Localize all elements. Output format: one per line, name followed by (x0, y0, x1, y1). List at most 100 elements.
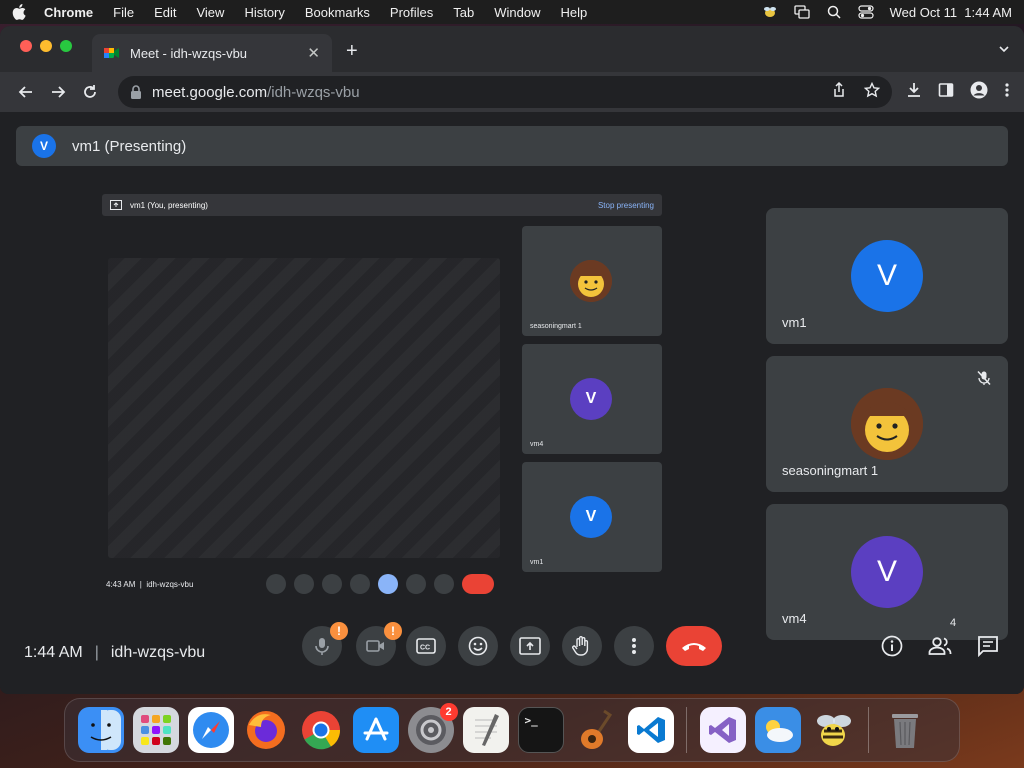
dock-trash-icon[interactable] (882, 707, 928, 753)
more-menu-icon[interactable] (1004, 82, 1010, 103)
emoji-icon (468, 636, 488, 656)
menu-profiles[interactable]: Profiles (390, 5, 433, 20)
nested-presenting-bar: vm1 (You, presenting) Stop presenting (102, 194, 662, 216)
forward-button[interactable] (42, 76, 74, 108)
dock-vscode-icon[interactable] (627, 707, 674, 753)
dock-terminal-icon[interactable]: >_ (517, 707, 564, 753)
url-host: meet.google.com (152, 83, 268, 101)
menubar: Chrome File Edit View History Bookmarks … (0, 0, 1024, 24)
recursive-screen-image (108, 258, 500, 558)
menu-view[interactable]: View (196, 5, 224, 20)
dock-launchpad-icon[interactable] (132, 707, 179, 753)
participant-tile-vm1[interactable]: V vm1 (766, 208, 1008, 344)
meeting-code: idh-wzqs-vbu (110, 644, 206, 661)
camera-icon (366, 640, 384, 652)
menubar-clock[interactable]: Wed Oct 11 1:44 AM (890, 5, 1012, 20)
dock-weather-icon[interactable] (754, 707, 801, 753)
share-icon[interactable] (832, 81, 846, 102)
dock-garageband-icon[interactable] (573, 707, 619, 753)
new-tab-button[interactable]: + (346, 40, 358, 63)
tab-strip: Meet - idh-wzqs-vbu ✕ + (0, 26, 1024, 72)
back-button[interactable] (10, 76, 42, 108)
profile-icon[interactable] (970, 81, 988, 104)
address-bar[interactable]: meet.google.com /idh-wzqs-vbu (118, 76, 892, 108)
dock-separator (868, 707, 869, 753)
raise-hand-button[interactable] (562, 626, 602, 666)
present-now-button[interactable] (510, 626, 550, 666)
hangup-phone-icon (682, 643, 706, 651)
spotlight-search-icon[interactable] (826, 5, 842, 19)
nested-mic-icon (266, 574, 286, 594)
control-center-icon[interactable] (858, 5, 874, 19)
lock-icon[interactable] (130, 85, 142, 99)
nested-emoji-icon (350, 574, 370, 594)
menu-help[interactable]: Help (561, 5, 588, 20)
menu-edit[interactable]: Edit (154, 5, 176, 20)
dock-textedit-icon[interactable] (462, 707, 509, 753)
dock-separator (686, 707, 687, 753)
camera-button[interactable]: ! (356, 622, 402, 666)
menu-file[interactable]: File (113, 5, 134, 20)
dock-cyberduck-icon[interactable] (810, 707, 856, 753)
participant-tile-seasoningmart[interactable]: seasoningmart 1 (766, 356, 1008, 492)
nested-tile-name: vm4 (530, 441, 544, 448)
menu-window[interactable]: Window (494, 5, 540, 20)
muted-mic-icon (976, 370, 992, 386)
nested-bar-label: vm1 (You, presenting) (130, 200, 208, 210)
zoom-window-button[interactable] (60, 40, 72, 52)
nested-cc-icon (322, 574, 342, 594)
menu-app-name[interactable]: Chrome (44, 5, 93, 20)
captions-button[interactable]: CC (406, 626, 446, 666)
presenter-avatar: V (32, 134, 56, 158)
dock-system-settings-icon[interactable]: 2 (407, 703, 458, 753)
bookmark-star-icon[interactable] (863, 81, 881, 102)
dock-firefox-icon[interactable] (243, 707, 289, 753)
google-meet-favicon-icon (104, 46, 120, 60)
nested-tile-seasoningmart: seasoningmart 1 (522, 226, 662, 336)
nested-hangup-icon (462, 574, 494, 594)
participant-name: vm4 (782, 611, 807, 626)
dock-visual-studio-icon[interactable] (699, 707, 746, 753)
menu-tab[interactable]: Tab (453, 5, 474, 20)
url-path: /idh-wzqs-vbu (267, 83, 360, 101)
close-window-button[interactable] (20, 40, 32, 52)
menu-bookmarks[interactable]: Bookmarks (305, 5, 370, 20)
participant-tile-vm4[interactable]: V vm4 (766, 504, 1008, 640)
screen-mirroring-icon[interactable] (793, 5, 810, 19)
shared-screen[interactable]: vm1 (You, presenting) Stop presenting se… (96, 188, 672, 600)
reload-button[interactable] (74, 76, 106, 108)
bee-status-icon[interactable] (762, 5, 778, 19)
settings-notification-badge: 2 (439, 703, 458, 721)
tab-meet[interactable]: Meet - idh-wzqs-vbu ✕ (92, 34, 332, 72)
close-tab-icon[interactable]: ✕ (307, 44, 320, 62)
nested-stop-presenting[interactable]: Stop presenting (598, 201, 654, 210)
nested-avatar-vm1: V (570, 496, 612, 538)
dock-finder-icon[interactable] (77, 707, 124, 753)
reactions-button[interactable] (458, 626, 498, 666)
nested-hand-icon (406, 574, 426, 594)
meeting-details-info-icon[interactable] (880, 634, 904, 658)
participant-avatar: V (851, 536, 923, 608)
more-options-button[interactable] (614, 626, 654, 666)
nested-avatar-vm4: V (570, 378, 612, 420)
dock-chrome-icon[interactable] (298, 707, 344, 753)
leave-call-button[interactable] (666, 626, 722, 666)
chat-icon[interactable] (976, 634, 1000, 658)
people-icon[interactable] (928, 634, 952, 658)
presenting-label: vm1 (Presenting) (72, 137, 187, 155)
downloads-icon[interactable] (906, 82, 922, 103)
meeting-clock: 1:44 AM | idh-wzqs-vbu (24, 644, 206, 661)
minimize-window-button[interactable] (40, 40, 52, 52)
dock-app-store-icon[interactable] (352, 707, 399, 753)
microphone-button[interactable]: ! (302, 622, 348, 666)
camera-warning-badge: ! (384, 622, 402, 640)
dock-safari-icon[interactable] (187, 707, 234, 753)
menu-history[interactable]: History (244, 5, 284, 20)
side-panel-icon[interactable] (938, 82, 954, 103)
tab-search-chevron-icon[interactable] (998, 42, 1010, 54)
present-screen-icon (110, 200, 122, 210)
nested-tile-vm1: V vm1 (522, 462, 662, 572)
nested-more-icon (434, 574, 454, 594)
apple-logo-icon[interactable] (12, 4, 26, 20)
nested-tile-vm4: V vm4 (522, 344, 662, 454)
